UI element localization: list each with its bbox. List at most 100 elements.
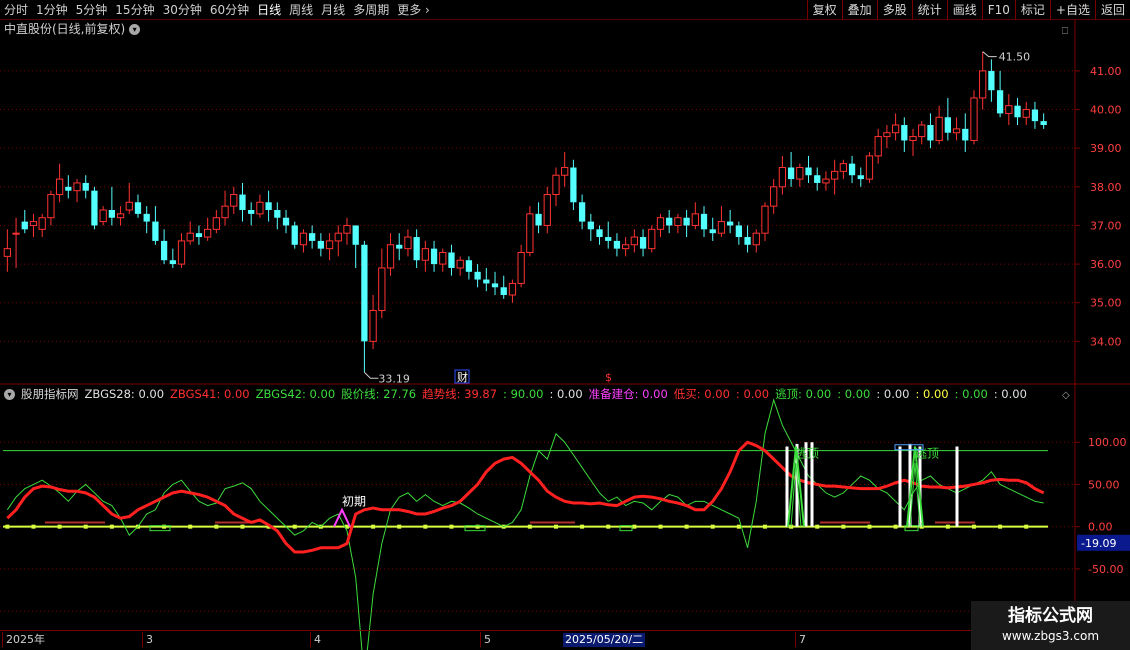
candle-body — [944, 117, 951, 133]
chart-canvas[interactable]: 41.0040.0039.0038.0037.0036.0035.0034.00… — [0, 0, 1130, 650]
watermark-title: 指标公式网 — [1008, 606, 1093, 626]
candle-body — [160, 240, 168, 261]
chevron-down-icon[interactable]: ▾ — [4, 388, 15, 400]
period-tab-5[interactable]: 60分钟 — [206, 0, 253, 20]
candle-body — [299, 232, 308, 246]
indicator-legend-item: : 0.00 — [954, 387, 988, 401]
indicator-legend-item: : 0.00 — [876, 387, 910, 401]
candle-body — [169, 260, 176, 265]
candle-body — [865, 155, 874, 180]
candle-body — [134, 202, 142, 214]
toolbar-button-5[interactable]: F10 — [981, 0, 1015, 20]
indicator-legend-item: : 90.00 — [503, 387, 544, 401]
period-tab-8[interactable]: 月线 — [317, 0, 349, 20]
candle-body — [177, 240, 186, 265]
candle-body — [970, 97, 978, 141]
baseline-dot — [214, 524, 219, 529]
candle-body — [65, 186, 72, 191]
candle-body — [962, 128, 969, 141]
candle-body — [439, 252, 447, 265]
baseline-dot — [109, 524, 114, 529]
toolbar-button-4[interactable]: 画线 — [946, 0, 982, 20]
time-axis-label: 3 — [142, 632, 153, 647]
period-tab-10[interactable]: 更多 › — [393, 0, 434, 20]
taoding-label: 逃顶 — [795, 446, 819, 460]
baseline-dot — [240, 524, 245, 529]
toolbar-button-2[interactable]: 多股 — [876, 0, 912, 20]
price-tick-label: 35.00 — [1090, 297, 1122, 310]
period-tab-9[interactable]: 多周期 — [349, 0, 393, 20]
candle-body — [116, 213, 125, 219]
toolbar-button-6[interactable]: 标记 — [1014, 0, 1050, 20]
candle-body — [630, 236, 638, 246]
candle-body — [1014, 105, 1021, 118]
chevron-down-icon[interactable]: ▾ — [129, 23, 141, 35]
candle-body — [727, 221, 734, 226]
candle-body — [1031, 109, 1039, 122]
candle-body — [691, 213, 699, 226]
candle-body — [508, 282, 517, 296]
baseline-dot — [5, 524, 10, 529]
candle-body — [796, 167, 804, 180]
indicator-legend: ▾ 股朋指标网 ZBGS28: 0.00 ZBGS41: 0.00 ZBGS42: … — [4, 386, 1027, 402]
baseline-dot — [893, 524, 898, 529]
finance-marker: 财 — [457, 370, 468, 384]
toolbar-button-7[interactable]: +自选 — [1049, 0, 1095, 20]
baseline-dot — [292, 524, 297, 529]
baseline-dot — [841, 524, 846, 529]
candle-body — [909, 136, 917, 141]
candle-body — [979, 70, 987, 99]
candle-body — [212, 217, 220, 230]
period-tab-1[interactable]: 1分钟 — [32, 0, 72, 20]
candle-body — [526, 213, 534, 253]
candle-body — [552, 174, 560, 196]
baseline-dot — [684, 524, 689, 529]
stock-title: 中直股份(日线,前复权) — [4, 22, 126, 36]
candle-body — [325, 240, 334, 250]
baseline-dot — [971, 524, 976, 529]
candle-body — [152, 221, 159, 241]
top-toolbar: 分时 1分钟 5分钟 15分钟 30分钟 60分钟 日线 周线 月线 多周期 更多 › 复权 叠加 多股… — [0, 0, 1130, 20]
baseline-dot — [57, 524, 62, 529]
toolbar-button-8[interactable]: 返回 — [1094, 0, 1130, 20]
baseline-dot — [423, 524, 428, 529]
candle-body — [12, 232, 20, 235]
candle-body — [535, 213, 542, 226]
candle-body — [474, 271, 481, 280]
low-price-label: 33.19 — [378, 372, 410, 385]
candle-body — [1022, 109, 1030, 118]
period-tab-6[interactable]: 日线 — [253, 0, 285, 20]
candle-body — [656, 217, 665, 230]
period-tab-0[interactable]: 分时 — [0, 0, 32, 20]
watermark: 指标公式网 www.zbgs3.com — [971, 601, 1130, 650]
period-tab-3[interactable]: 15分钟 — [111, 0, 158, 20]
candle-body — [735, 225, 742, 238]
dividend-marker: $ — [605, 371, 612, 384]
candle-body — [73, 182, 81, 192]
highlight-date: 2025/05/20/二 — [563, 633, 646, 647]
toolbar-button-1[interactable]: 叠加 — [841, 0, 877, 20]
candle-body — [1005, 105, 1013, 114]
pane-minimize-icon: ⎕ — [1062, 26, 1068, 37]
candle-body — [744, 237, 751, 245]
candle-body — [770, 186, 778, 207]
time-axis-label: 5 — [480, 632, 491, 647]
period-tab-2[interactable]: 5分钟 — [72, 0, 112, 20]
baseline-dot — [736, 524, 741, 529]
period-tab-7[interactable]: 周线 — [285, 0, 317, 20]
candle-body — [186, 232, 194, 242]
indicator-tick-label: 50.00 — [1088, 478, 1120, 491]
candle-body — [666, 217, 673, 226]
candle-body — [814, 175, 821, 183]
period-tabs: 分时 1分钟 5分钟 15分钟 30分钟 60分钟 日线 周线 月线 多周期 更多 › — [0, 0, 434, 20]
candle-body — [483, 279, 490, 284]
toolbar-button-3[interactable]: 统计 — [911, 0, 947, 20]
candle-body — [386, 244, 395, 269]
indicator-tick-label: -50.00 — [1088, 563, 1123, 576]
period-tab-4[interactable]: 30分钟 — [159, 0, 206, 20]
price-tick-label: 41.00 — [1090, 65, 1122, 78]
baseline-dot — [945, 524, 950, 529]
indicator-legend-item: ZBGS28: 0.00 — [84, 387, 165, 401]
toolbar-button-0[interactable]: 复权 — [806, 0, 842, 20]
candle-body — [195, 233, 203, 238]
